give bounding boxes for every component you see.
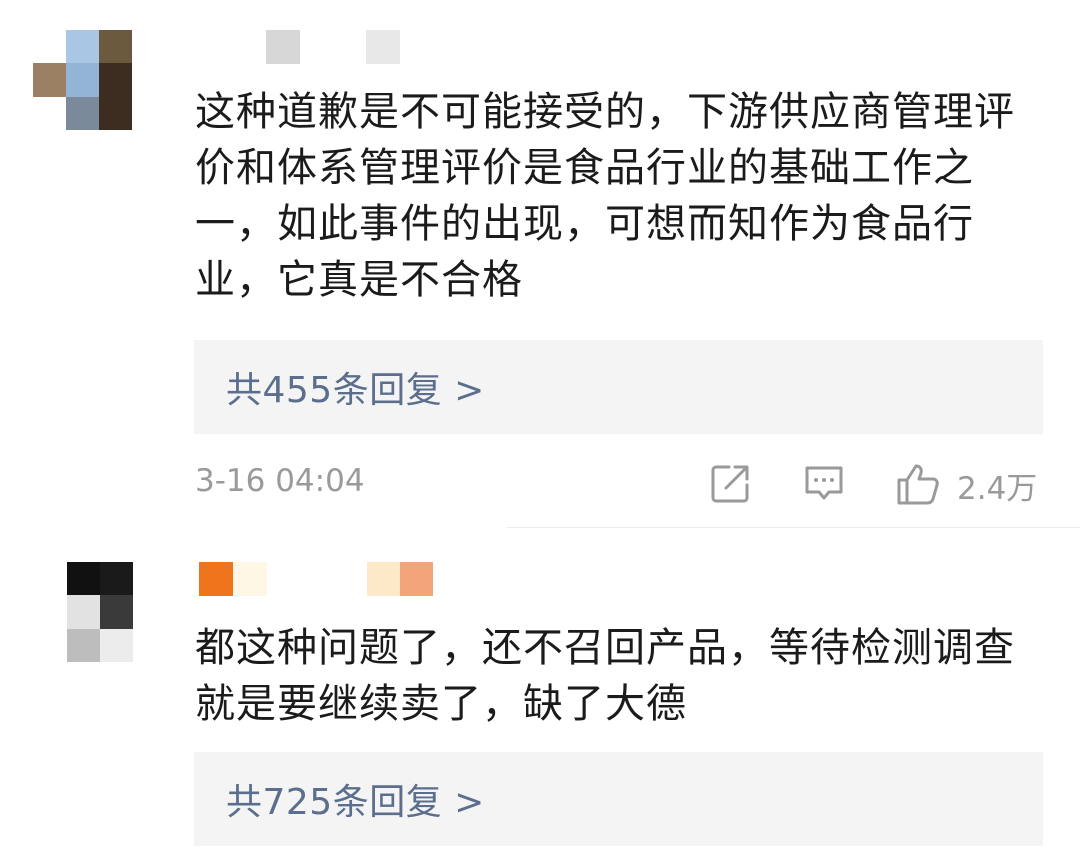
replies-label: 共455条回复 > [226,370,485,411]
thumbs-up-icon[interactable] [895,461,941,511]
view-replies-button[interactable]: 共725条回复 > [194,752,1043,846]
username[interactable] [266,30,400,64]
replies-label: 共725条回复 > [226,782,485,823]
share-icon[interactable] [709,461,753,509]
avatar[interactable] [33,30,165,131]
avatar[interactable] [67,562,133,663]
comment-text: 都这种问题了，还不召回产品，等待检测调查就是要继续卖了，缺了大德 [195,625,1015,727]
comment-1: 这种道歉是不可能接受的，下游供应商管理评价和体系管理评价是食品行业的基础工作之一… [0,0,1080,528]
like-count: 2.4万 [957,471,1038,507]
comment-meta: 3-16 04:04 2.4万 [195,461,1045,507]
comment-icon[interactable] [802,461,846,509]
view-replies-button[interactable]: 共455条回复 > [194,340,1043,434]
comment-text: 这种道歉是不可能接受的，下游供应商管理评价和体系管理评价是食品行业的基础工作之一… [195,89,1015,303]
username[interactable] [199,562,433,596]
timestamp: 3-16 04:04 [195,463,365,499]
comment-2: 都这种问题了，还不召回产品，等待检测调查就是要继续卖了，缺了大德 共725条回复… [0,528,1080,863]
